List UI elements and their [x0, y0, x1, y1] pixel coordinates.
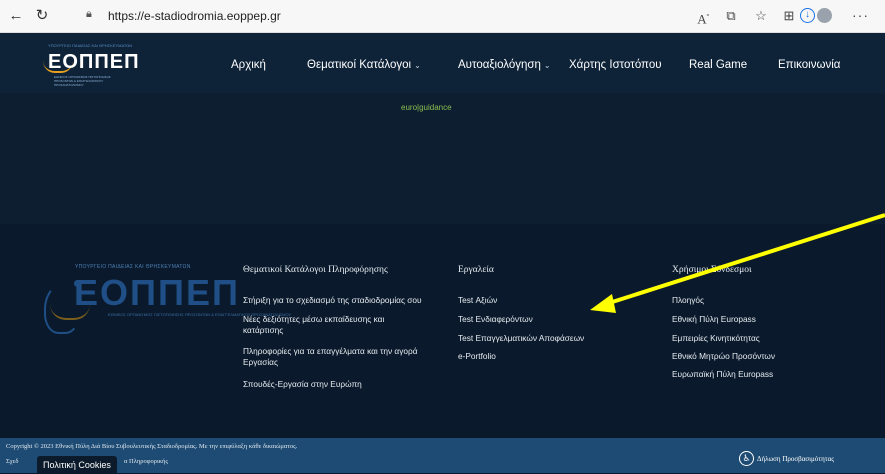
browser-toolbar: ← ↻ 🔒︎ https://e-stadiodromia.eoppep.gr …	[0, 0, 885, 33]
more-options-icon[interactable]: ···	[852, 7, 869, 23]
footer-logo-topline: ΥΠΟΥΡΓΕΙΟ ΠΑΙΔΕΙΑΣ ΚΑΙ ΘΡΗΣΚΕΥΜΑΤΩΝ	[75, 264, 191, 270]
design-credit-end: α Πληροφορικής	[124, 458, 168, 465]
footer-link[interactable]: Εθνική Πύλη Europass	[672, 314, 885, 325]
footer-link[interactable]: Στήριξη για το σχεδιασμό της σταδιοδρομί…	[243, 295, 473, 306]
footer-link[interactable]: Νέες δεξιότητες μέσω εκπαίδευσης και κατ…	[243, 314, 423, 336]
hero-banner	[0, 93, 885, 224]
download-icon[interactable]: ↓	[800, 8, 815, 23]
footer-link[interactable]: Σπουδές-Εργασία στην Ευρώπη	[243, 379, 473, 390]
tab-icon[interactable]: ⧉	[723, 8, 739, 24]
logo-mark: ΕΟΠΠΕΠ	[48, 51, 140, 73]
logo-topline: ΥΠΟΥΡΓΕΙΟ ΠΑΙΔΕΙΑΣ ΚΑΙ ΘΡΗΣΚΕΥΜΑΤΩΝ	[48, 43, 133, 48]
euroguidance-logo[interactable]: euro|guidance	[401, 103, 452, 112]
lock-icon[interactable]: 🔒︎	[86, 8, 98, 22]
collections-icon[interactable]: ⊞	[781, 8, 797, 24]
design-credit-start: Σχεδ	[6, 458, 19, 465]
footer-link[interactable]: Test Αξιών	[458, 295, 688, 306]
menu-home[interactable]: Αρχική	[231, 59, 266, 71]
favorites-icon[interactable]: ☆	[753, 8, 769, 24]
menu-contact[interactable]: Επικοινωνία	[778, 59, 840, 71]
refresh-icon[interactable]: ↻	[34, 8, 50, 24]
menu-self-assessment[interactable]: Αυτοαξιολόγηση ⌄	[458, 59, 551, 71]
accessibility-statement-link[interactable]: Δήλωση Προσβασιμότητας	[757, 455, 834, 463]
cookie-policy-button[interactable]: Πολιτική Cookies	[37, 456, 117, 473]
logo-subtitle: ΕΘΝΙΚΟΣ ΟΡΓΑΝΙΣΜΟΣ ΠΙΣΤΟΠΟΙΗΣΗΣ ΠΡΟΣΟΝΤΩ…	[54, 75, 111, 87]
chevron-down-icon: ⌄	[543, 61, 551, 70]
footer-link[interactable]: Πληροφορίες για τα επαγγέλματα και την α…	[243, 346, 433, 368]
footer-link[interactable]: e-Portfolio	[458, 351, 688, 362]
footer-link[interactable]: Εμπειρίες Κινητικότητας	[672, 333, 885, 344]
footer-link[interactable]: Πλοηγός	[672, 295, 885, 306]
site-header: ΥΠΟΥΡΓΕΙΟ ΠΑΙΔΕΙΑΣ ΚΑΙ ΘΡΗΣΚΕΥΜΑΤΩΝ ΕΟΠΠ…	[0, 33, 885, 93]
footer-link[interactable]: Εθνικό Μητρώο Προσόντων	[672, 351, 885, 362]
url-text[interactable]: https://e-stadiodromia.eoppep.gr	[108, 9, 281, 23]
footer-eoppep-logo: ΥΠΟΥΡΓΕΙΟ ΠΑΙΔΕΙΑΣ ΚΑΙ ΘΡΗΣΚΕΥΜΑΤΩΝ ΕΟΠΠ…	[30, 264, 291, 344]
footer-col-title-useful-links: Χρήσιμοι Σύνδεσμοι	[672, 265, 752, 275]
footer-link[interactable]: Test Επαγγελματικών Αποφάσεων	[458, 333, 688, 344]
back-icon[interactable]: ←	[8, 8, 24, 24]
footer-link[interactable]: Test Ενδιαφερόντων	[458, 314, 688, 325]
profile-avatar[interactable]	[817, 8, 832, 23]
chevron-down-icon: ⌄	[414, 61, 421, 70]
menu-thematic-catalogs[interactable]: Θεματικοί Κατάλογοι ⌄	[307, 59, 421, 71]
footer-col-title-tools: Εργαλεία	[458, 265, 494, 275]
menu-sitemap[interactable]: Χάρτης Ιστοτόπου	[569, 59, 662, 71]
reader-view-icon[interactable]: Aⁿ	[695, 8, 711, 26]
footer-link[interactable]: Ευρωπαϊκή Πύλη Europass	[672, 369, 885, 380]
footer-logo-mark: ΕΟΠΠΕΠ	[74, 272, 241, 313]
footer-col-title-catalogs: Θεματικοί Κατάλογοι Πληροφόρησης	[243, 265, 388, 275]
menu-real-game[interactable]: Real Game	[689, 59, 747, 71]
eoppep-logo[interactable]: ΥΠΟΥΡΓΕΙΟ ΠΑΙΔΕΙΑΣ ΚΑΙ ΘΡΗΣΚΕΥΜΑΤΩΝ ΕΟΠΠ…	[40, 41, 139, 87]
copyright-text: Copyright © 2023 Εθνική Πύλη Διά Βίου Συ…	[6, 443, 298, 450]
accessibility-icon[interactable]: ♿︎	[739, 451, 754, 466]
